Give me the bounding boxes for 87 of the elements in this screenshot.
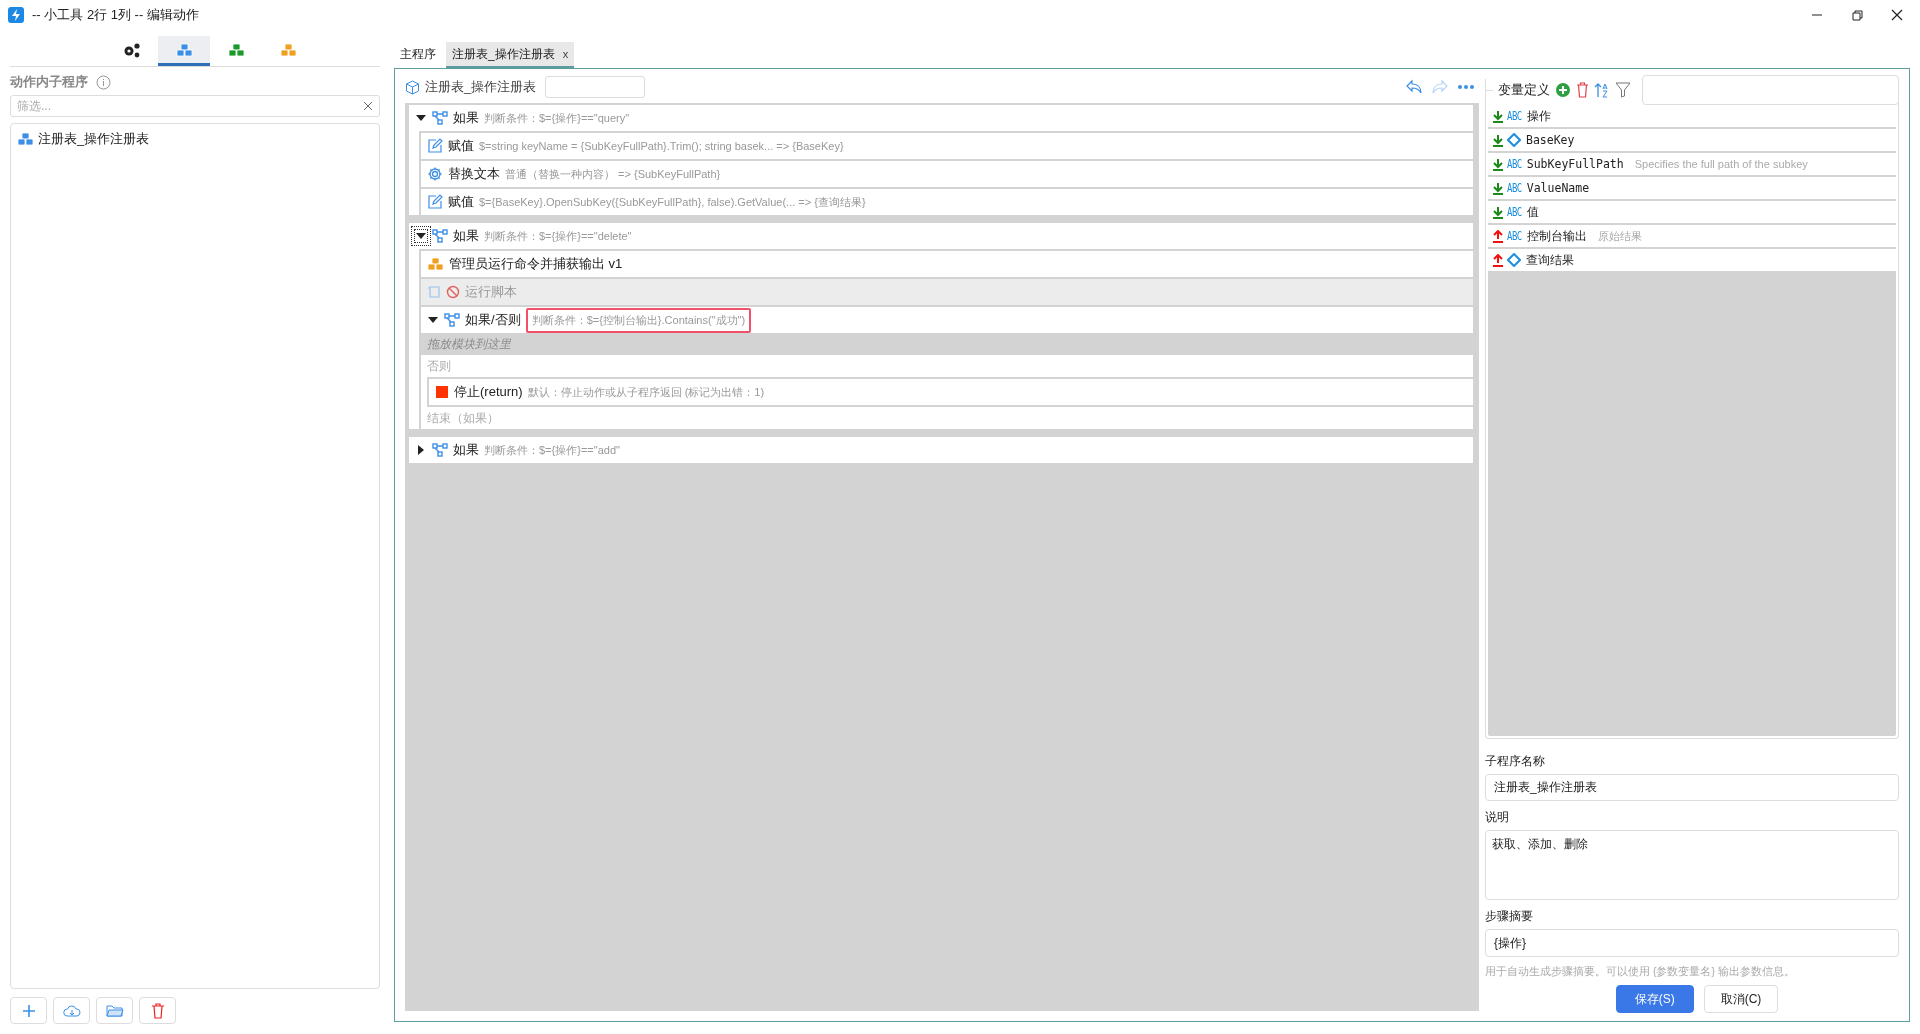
- step-detail: 判断条件：$={操作}=="add": [484, 442, 620, 458]
- step-label: 如果/否则: [465, 311, 521, 329]
- open-folder-button[interactable]: [96, 997, 133, 1024]
- delete-button[interactable]: [139, 997, 176, 1024]
- section-label: 动作内子程序: [10, 73, 88, 91]
- variable-row[interactable]: ABC SubKeyFullPath Specifies the full path of the subkey: [1488, 153, 1896, 175]
- step-detail: 普通（替换一种内容） => {SubKeyFullPath}: [505, 166, 721, 182]
- import-button[interactable]: [53, 997, 90, 1024]
- trash-icon[interactable]: [1576, 82, 1589, 98]
- step-detail: $={BaseKey}.OpenSubKey({SubKeyFullPath}, false).GetValue(... => {查询结果}: [479, 194, 866, 210]
- branch-icon: [444, 313, 460, 327]
- filter-icon[interactable]: [1615, 82, 1631, 98]
- variable-row[interactable]: ABC ValueName: [1488, 177, 1896, 199]
- caret-right-icon[interactable]: [416, 445, 426, 455]
- name-field[interactable]: 注册表_操作注册表: [1485, 773, 1899, 802]
- variable-row[interactable]: ABC 值: [1488, 201, 1896, 223]
- box-icon: [405, 79, 420, 95]
- add-icon[interactable]: [1555, 82, 1571, 98]
- input-field[interactable]: [545, 76, 646, 98]
- branch-icon: [432, 229, 448, 243]
- subroutine-title: 注册表_操作注册表: [425, 78, 537, 96]
- field-label: 说明: [1485, 809, 1510, 827]
- step-label: 赋值: [448, 137, 474, 155]
- panel-title: 变量定义: [1498, 81, 1550, 99]
- undo-icon[interactable]: [1405, 79, 1423, 95]
- caret-down-icon[interactable]: [416, 231, 426, 241]
- cancel-button[interactable]: 取消(C): [1703, 985, 1779, 1013]
- cubes-icon: [175, 42, 193, 57]
- variable-row[interactable]: BaseKey: [1488, 129, 1896, 151]
- cubes-icon: [279, 42, 297, 57]
- folder-icon: [105, 1003, 124, 1018]
- variable-row[interactable]: ABC 操作: [1488, 105, 1896, 127]
- text-type-icon: ABC: [1507, 229, 1522, 243]
- app-logo-icon: [8, 7, 24, 23]
- more-icon[interactable]: [1457, 84, 1475, 90]
- gears-icon: [123, 41, 141, 58]
- editor-tab[interactable]: 主程序: [394, 42, 442, 68]
- edit-icon: [427, 194, 443, 210]
- cloud-download-icon: [62, 1003, 81, 1018]
- step-label: 管理员运行命令并捕获输出 v1: [449, 255, 623, 273]
- sort-icon[interactable]: [1594, 82, 1610, 98]
- info-icon: [96, 74, 111, 90]
- step-label: 运行脚本: [465, 283, 517, 301]
- filter-field[interactable]: 筛选...: [10, 95, 380, 117]
- caret-down-icon[interactable]: [428, 315, 438, 325]
- close-tab-button[interactable]: x: [562, 48, 569, 60]
- edit-icon: [427, 138, 443, 154]
- branch-icon: [432, 443, 448, 457]
- hint-text: 用于自动生成步骤摘要。可以使用 {参数变量名} 输出参数信息。: [1485, 965, 1796, 979]
- variable-row[interactable]: ABC 控制台输出 原始结果: [1488, 225, 1896, 247]
- add-button[interactable]: [10, 997, 47, 1024]
- text-type-icon: ABC: [1507, 205, 1522, 219]
- clear-icon[interactable]: [363, 101, 373, 111]
- caret-down-icon[interactable]: [416, 113, 426, 123]
- drop-zone-hint: 拖放模块到这里: [421, 333, 1473, 355]
- save-button[interactable]: 保存(S): [1615, 985, 1694, 1013]
- step-detail: 默认：停止动作或从子程序返回 (标记为出错：1): [527, 384, 765, 400]
- stop-icon: [435, 385, 449, 399]
- summary-field[interactable]: {操作}: [1485, 929, 1899, 957]
- cubes-icon: [17, 132, 34, 146]
- trash-icon: [150, 1002, 165, 1019]
- editor-tab[interactable]: 注册表_操作注册表 x: [446, 42, 575, 68]
- step-label: 如果: [453, 227, 479, 245]
- cubes-icon: [427, 257, 444, 271]
- subroutine-item[interactable]: 注册表_操作注册表: [17, 130, 373, 148]
- step-detail: $=string keyName = {SubKeyFullPath}.Trim(); string basek... => {BaseKey}: [479, 140, 844, 152]
- branch-icon: [432, 111, 448, 125]
- window-title: -- 小工具 2行 1列 -- 编辑动作: [32, 6, 199, 24]
- field-label: 步骤摘要: [1485, 908, 1534, 926]
- gear-icon: [427, 166, 443, 182]
- plus-icon: [21, 1003, 36, 1018]
- cubes-icon: [227, 42, 245, 57]
- text-type-icon: ABC: [1507, 181, 1522, 195]
- step-label: 赋值: [448, 193, 474, 211]
- step-detail: 判断条件：$={操作}=="delete": [484, 228, 632, 244]
- variable-row[interactable]: 查询结果: [1488, 249, 1896, 271]
- text-type-icon: ABC: [1507, 109, 1522, 123]
- step-label: 替换文本: [448, 165, 500, 183]
- description-field[interactable]: 获取、添加、删除: [1485, 830, 1899, 901]
- highlighted-condition: 判断条件：$={控制台输出}.Contains("成功"): [525, 307, 752, 333]
- step-detail: 判断条件：$={操作}=="query": [484, 110, 630, 126]
- text-type-icon: ABC: [1507, 157, 1522, 171]
- script-icon: [427, 285, 441, 299]
- step-label: 如果: [453, 441, 479, 459]
- field-label: 子程序名称: [1485, 752, 1546, 770]
- step-label: 如果: [453, 109, 479, 127]
- step-label: 停止(return): [454, 383, 523, 401]
